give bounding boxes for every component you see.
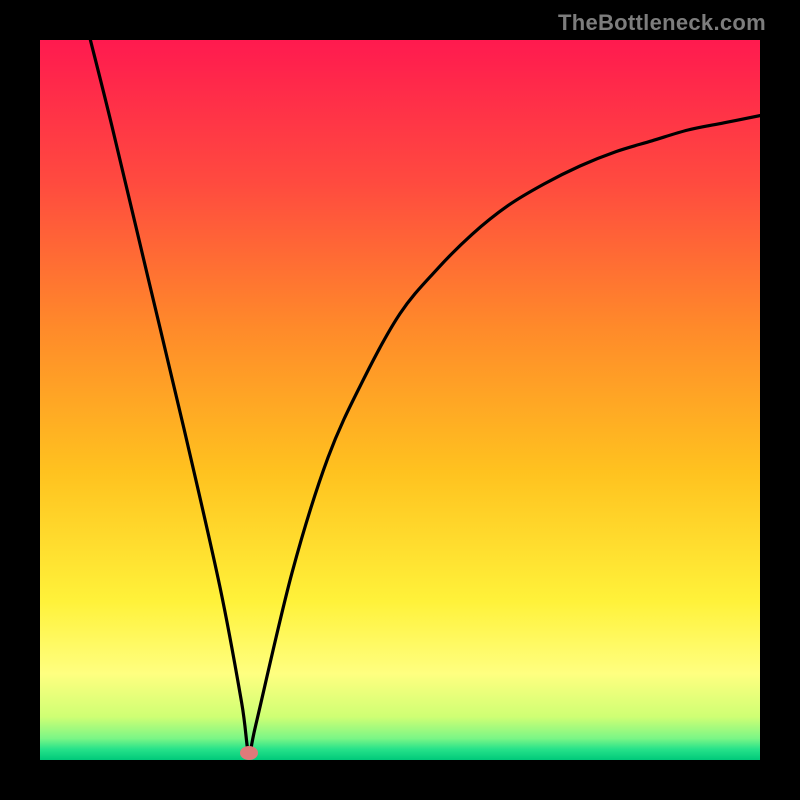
chart-frame: TheBottleneck.com (0, 0, 800, 800)
watermark-text: TheBottleneck.com (558, 10, 766, 36)
curve-layer (40, 40, 760, 760)
plot-area (40, 40, 760, 760)
minimum-marker (240, 746, 258, 760)
bottleneck-curve (90, 40, 760, 754)
